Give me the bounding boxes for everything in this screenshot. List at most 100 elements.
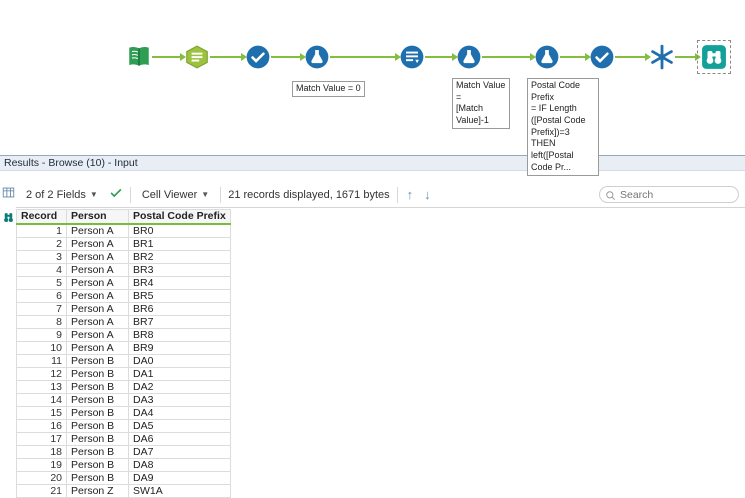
connector <box>482 56 534 58</box>
postal-cell: DA1 <box>129 367 231 380</box>
table-view-icon[interactable] <box>2 186 15 204</box>
person-cell: Person A <box>67 237 129 250</box>
fields-dropdown-label: 2 of 2 Fields <box>26 189 86 201</box>
person-cell: Person A <box>67 276 129 289</box>
formula-tool-1[interactable] <box>304 44 330 70</box>
connector <box>330 56 399 58</box>
column-header-person[interactable]: Person <box>67 210 129 224</box>
table-row[interactable]: 18Person BDA7 <box>17 445 231 458</box>
multi-row-icon <box>399 44 425 70</box>
text-input-icon <box>184 44 210 70</box>
table-row[interactable]: 14Person BDA3 <box>17 393 231 406</box>
table-row[interactable]: 1Person ABR0 <box>17 224 231 238</box>
column-header-postal[interactable]: Postal Code Prefix <box>129 210 231 224</box>
person-cell: Person A <box>67 302 129 315</box>
postal-cell: DA4 <box>129 406 231 419</box>
apply-check-icon[interactable] <box>109 186 123 203</box>
table-row[interactable]: 9Person ABR8 <box>17 328 231 341</box>
annotation-formula-decrement[interactable]: Match Value = [Match Value]-1 <box>452 78 510 129</box>
record-cell: 21 <box>17 484 67 497</box>
person-cell: Person A <box>67 328 129 341</box>
snowflake-icon <box>649 44 675 70</box>
formula-tool-3[interactable] <box>534 44 560 70</box>
cell-viewer-dropdown[interactable]: Cell Viewer ▼ <box>138 187 213 203</box>
table-row[interactable]: 12Person BDA1 <box>17 367 231 380</box>
formula-tool-2[interactable] <box>456 44 482 70</box>
toolbar-separator <box>220 187 221 203</box>
connector <box>675 56 699 58</box>
select-tool-2[interactable] <box>589 44 615 70</box>
annotation-formula-zero[interactable]: Match Value = 0 <box>292 81 365 97</box>
postal-cell: DA5 <box>129 419 231 432</box>
record-cell: 9 <box>17 328 67 341</box>
postal-cell: BR2 <box>129 250 231 263</box>
record-cell: 6 <box>17 289 67 302</box>
connector <box>560 56 589 58</box>
move-down-button[interactable]: ↓ <box>422 187 433 202</box>
connector <box>210 56 245 58</box>
move-up-button[interactable]: ↑ <box>405 187 416 202</box>
person-cell: Person B <box>67 367 129 380</box>
record-cell: 5 <box>17 276 67 289</box>
record-cell: 4 <box>17 263 67 276</box>
cell-viewer-label: Cell Viewer <box>142 189 197 201</box>
results-grid: Record Person Postal Code Prefix 1Person… <box>16 209 231 498</box>
person-cell: Person B <box>67 432 129 445</box>
multi-row-formula-tool[interactable] <box>399 44 425 70</box>
postal-cell: BR4 <box>129 276 231 289</box>
person-cell: Person B <box>67 393 129 406</box>
table-row[interactable]: 5Person ABR4 <box>17 276 231 289</box>
flask-icon <box>304 44 330 70</box>
chevron-down-icon: ▼ <box>90 190 98 199</box>
table-row[interactable]: 3Person ABR2 <box>17 250 231 263</box>
postal-cell: BR8 <box>129 328 231 341</box>
table-row[interactable]: 4Person ABR3 <box>17 263 231 276</box>
record-cell: 3 <box>17 250 67 263</box>
toolbar-separator <box>130 187 131 203</box>
search-input[interactable] <box>599 186 739 203</box>
text-input-tool[interactable] <box>184 44 210 70</box>
person-cell: Person A <box>67 289 129 302</box>
records-info: 21 records displayed, 1671 bytes <box>228 189 389 201</box>
table-row[interactable]: 2Person ABR1 <box>17 237 231 250</box>
results-toolbar: 2 of 2 Fields ▼ Cell Viewer ▼ 21 records… <box>16 182 745 208</box>
postal-cell: BR1 <box>129 237 231 250</box>
postal-cell: BR6 <box>129 302 231 315</box>
table-row[interactable]: 21Person ZSW1A <box>17 484 231 497</box>
search-box <box>599 186 739 203</box>
person-cell: Person Z <box>67 484 129 497</box>
table-row[interactable]: 6Person ABR5 <box>17 289 231 302</box>
table-row[interactable]: 7Person ABR6 <box>17 302 231 315</box>
check-circle-icon <box>589 44 615 70</box>
results-panel-title[interactable]: Results - Browse (10) - Input <box>0 155 745 171</box>
select-tool[interactable] <box>245 44 271 70</box>
table-row[interactable]: 8Person ABR7 <box>17 315 231 328</box>
connector <box>271 56 304 58</box>
table-row[interactable]: 17Person BDA6 <box>17 432 231 445</box>
browse-tool[interactable] <box>701 44 727 70</box>
table-row[interactable]: 10Person ABR9 <box>17 341 231 354</box>
record-cell: 12 <box>17 367 67 380</box>
fields-dropdown[interactable]: 2 of 2 Fields ▼ <box>22 187 102 203</box>
browse-anchor-icon[interactable] <box>2 211 15 229</box>
record-cell: 14 <box>17 393 67 406</box>
flask-icon <box>456 44 482 70</box>
table-row[interactable]: 15Person BDA4 <box>17 406 231 419</box>
join-multiple-tool[interactable] <box>649 44 675 70</box>
record-cell: 16 <box>17 419 67 432</box>
table-row[interactable]: 16Person BDA5 <box>17 419 231 432</box>
postal-cell: DA0 <box>129 354 231 367</box>
table-row[interactable]: 20Person BDA9 <box>17 471 231 484</box>
table-row[interactable]: 11Person BDA0 <box>17 354 231 367</box>
column-header-record[interactable]: Record <box>17 210 67 224</box>
table-row[interactable]: 19Person BDA8 <box>17 458 231 471</box>
workflow-canvas[interactable]: Match Value = 0 Match Value = [Match Val… <box>0 0 745 155</box>
annotation-formula-postal[interactable]: Postal Code Prefix = IF Length ([Postal … <box>527 78 599 176</box>
record-cell: 8 <box>17 315 67 328</box>
postal-cell: BR9 <box>129 341 231 354</box>
input-data-tool[interactable] <box>126 44 152 70</box>
table-row[interactable]: 13Person BDA2 <box>17 380 231 393</box>
person-cell: Person A <box>67 224 129 238</box>
person-cell: Person B <box>67 419 129 432</box>
results-table-body: 1Person ABR02Person ABR13Person ABR24Per… <box>17 224 231 498</box>
